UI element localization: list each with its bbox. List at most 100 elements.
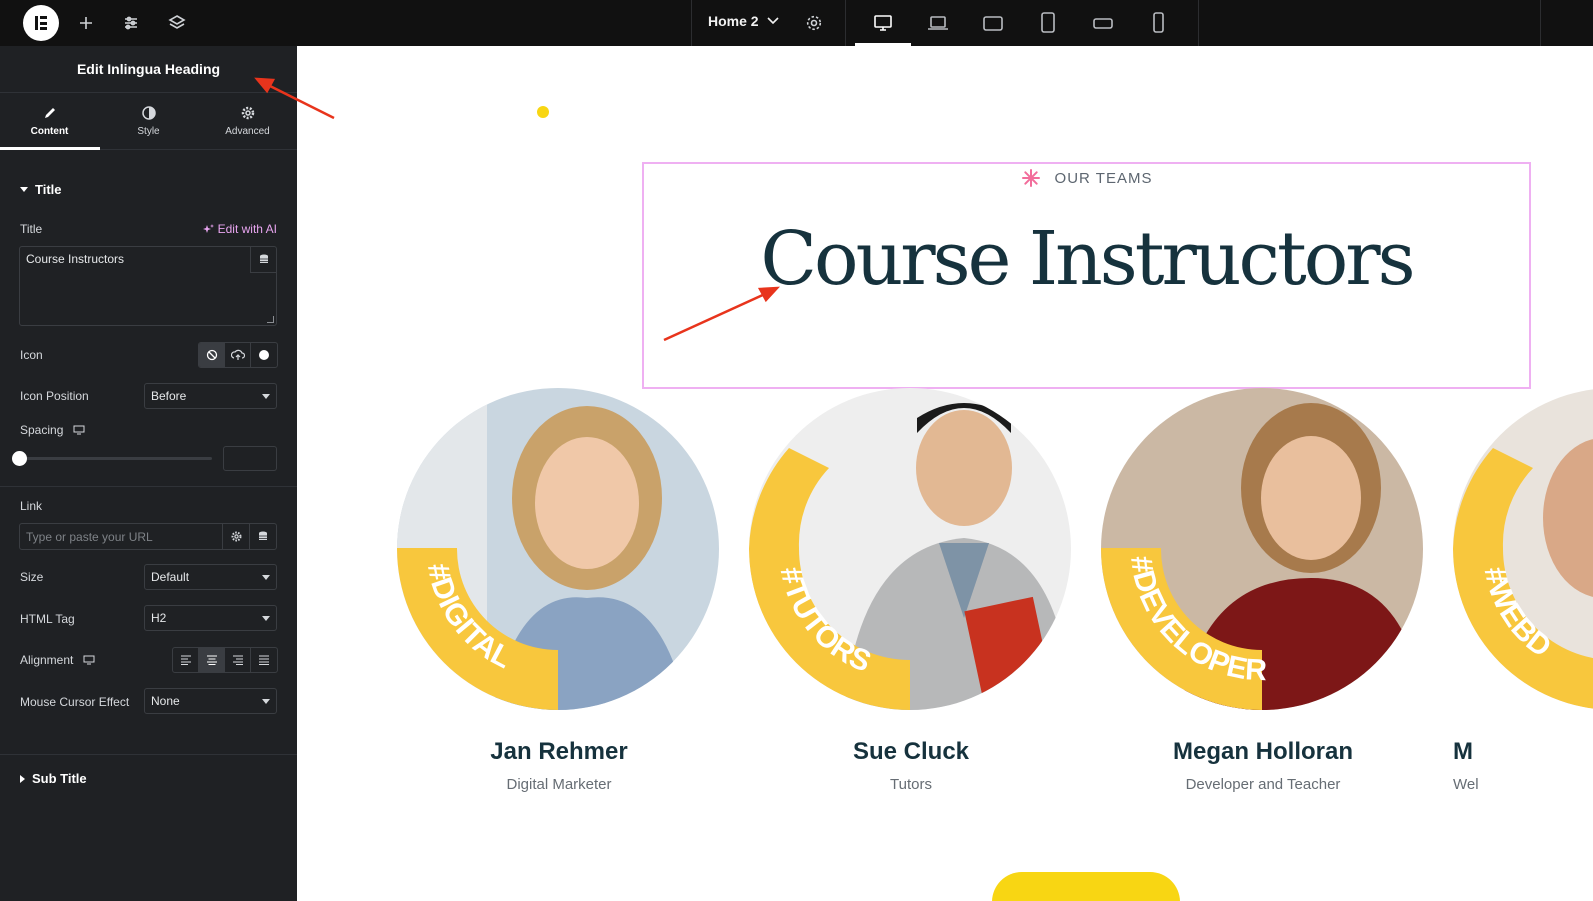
- mouse-cursor-select[interactable]: None: [144, 688, 277, 714]
- size-select[interactable]: Default: [144, 564, 277, 590]
- editor-panel: Edit Inlingua Heading Content Style Adva…: [0, 46, 297, 901]
- caret-down-icon: [262, 699, 270, 704]
- icon-upload-option[interactable]: [225, 343, 251, 367]
- dynamic-tags-button[interactable]: [250, 247, 276, 273]
- alignment-choose-group: [172, 647, 278, 673]
- caret-down-icon: [262, 394, 270, 399]
- tab-content-label: Content: [30, 125, 69, 137]
- section-subtitle-row: OUR TEAMS: [644, 168, 1529, 188]
- elementor-logo-icon[interactable]: [23, 5, 59, 41]
- icon-position-label: Icon Position: [20, 389, 89, 403]
- flower-icon: [1021, 169, 1040, 187]
- section-title-toggle[interactable]: Title: [20, 182, 62, 197]
- title-label: Title: [20, 222, 43, 236]
- html-tag-select[interactable]: H2: [144, 605, 277, 631]
- upload-icon: [230, 349, 245, 360]
- link-options-gear-icon[interactable]: [222, 524, 249, 549]
- instructor-card[interactable]: #WEBD M Wel: [1453, 388, 1593, 793]
- laptop-view-icon[interactable]: [925, 10, 951, 36]
- instructor-name: Jan Rehmer: [490, 738, 628, 765]
- instructor-photo: #TUTORS: [749, 388, 1071, 710]
- ban-icon: [206, 349, 217, 361]
- site-settings-icon[interactable]: [120, 12, 142, 34]
- pencil-icon: [44, 107, 55, 118]
- page-settings-gear-icon[interactable]: [803, 12, 825, 34]
- icon-position-value: Before: [151, 389, 187, 403]
- instructor-name: M: [1453, 738, 1473, 765]
- spacing-slider-track[interactable]: [20, 457, 212, 460]
- circle-icon: [259, 350, 269, 360]
- mouse-cursor-value: None: [151, 694, 180, 708]
- instructor-photo: #WEBD: [1453, 388, 1593, 710]
- mouse-cursor-label: Mouse Cursor Effect: [20, 695, 130, 709]
- icon-none-option[interactable]: [199, 343, 225, 367]
- instructor-name: Megan Holloran: [1172, 738, 1353, 765]
- link-label: Link: [20, 499, 43, 513]
- top-bar: Home 2: [0, 0, 1593, 46]
- structure-layers-icon[interactable]: [166, 12, 188, 34]
- instructor-role: Tutors: [890, 776, 932, 793]
- icon-circle-option[interactable]: [251, 343, 277, 367]
- selected-heading-widget[interactable]: OUR TEAMS Course Instructors: [642, 162, 1531, 389]
- desktop-responsive-icon[interactable]: [73, 425, 85, 435]
- tab-content[interactable]: Content: [0, 93, 99, 149]
- title-textarea[interactable]: Course Instructors: [19, 246, 277, 326]
- page-select[interactable]: Home 2: [708, 13, 779, 29]
- active-tab-indicator: [0, 147, 100, 150]
- instructor-photo: #DIGITAL: [397, 388, 719, 710]
- tab-style-label: Style: [137, 125, 160, 137]
- align-left-icon[interactable]: [173, 648, 199, 672]
- mobile-portrait-view-icon[interactable]: [1145, 10, 1171, 36]
- align-right-icon[interactable]: [225, 648, 251, 672]
- chevron-down-icon: [767, 17, 779, 25]
- edit-with-ai-label: Edit with AI: [217, 222, 277, 236]
- caret-right-icon: [20, 774, 25, 783]
- section-sub-title-toggle[interactable]: Sub Title: [20, 771, 87, 786]
- html-tag-value: H2: [151, 611, 167, 625]
- link-dynamic-tags-icon[interactable]: [249, 524, 276, 549]
- tab-style[interactable]: Style: [99, 93, 198, 149]
- instructor-name: Sue Cluck: [852, 738, 970, 765]
- desktop-responsive-icon[interactable]: [83, 655, 95, 665]
- instructor-role: Developer and Teacher: [1185, 776, 1341, 793]
- spacing-label-row: Spacing: [20, 423, 85, 437]
- tablet-landscape-view-icon[interactable]: [980, 10, 1006, 36]
- caret-down-icon: [20, 187, 28, 192]
- link-url-input[interactable]: Type or paste your URL: [19, 523, 277, 550]
- instructor-photo: #DEVELOPER: [1101, 388, 1423, 710]
- section-heading: Course Instructors: [760, 216, 1415, 302]
- edit-with-ai-link[interactable]: Edit with AI: [202, 222, 277, 236]
- tablet-portrait-view-icon[interactable]: [1035, 10, 1061, 36]
- database-icon: [259, 254, 268, 263]
- instructor-card[interactable]: #TUTORS Sue Cluck Tutors: [749, 388, 1073, 793]
- instructor-role: Digital Marketer: [506, 776, 612, 793]
- section-subtitle: OUR TEAMS: [1054, 169, 1153, 187]
- instructor-card[interactable]: #DEVELOPER Megan Holloran Developer and …: [1101, 388, 1425, 793]
- resize-handle[interactable]: [267, 316, 274, 323]
- align-justify-icon[interactable]: [251, 648, 277, 672]
- tab-advanced[interactable]: Advanced: [198, 93, 297, 149]
- icon-choose-group: [198, 342, 278, 368]
- section-sub-title-label: Sub Title: [32, 771, 87, 786]
- spacing-label: Spacing: [20, 423, 64, 437]
- spacing-slider-handle[interactable]: [12, 451, 27, 466]
- tab-advanced-label: Advanced: [225, 125, 270, 137]
- link-url-placeholder: Type or paste your URL: [26, 530, 153, 544]
- title-textarea-value: Course Instructors: [26, 252, 125, 266]
- instructor-card[interactable]: #DIGITAL Jan Rehmer Digital Marketer: [397, 388, 721, 793]
- panel-title: Edit Inlingua Heading: [0, 46, 297, 93]
- divider: [0, 754, 297, 755]
- section-title-label: Title: [35, 182, 62, 197]
- size-value: Default: [151, 570, 190, 584]
- cta-button[interactable]: [992, 872, 1180, 901]
- mobile-landscape-view-icon[interactable]: [1090, 10, 1116, 36]
- desktop-view-icon[interactable]: [870, 10, 896, 36]
- add-element-icon[interactable]: [75, 12, 97, 34]
- icon-position-select[interactable]: Before: [144, 383, 277, 409]
- caret-down-icon: [262, 575, 270, 580]
- spacing-number-input[interactable]: [223, 446, 277, 471]
- page-name: Home 2: [708, 13, 759, 29]
- size-label: Size: [20, 570, 44, 584]
- align-center-icon[interactable]: [199, 648, 225, 672]
- preview-canvas: OUR TEAMS Course Instructors #DIGITAL Ja…: [297, 46, 1593, 901]
